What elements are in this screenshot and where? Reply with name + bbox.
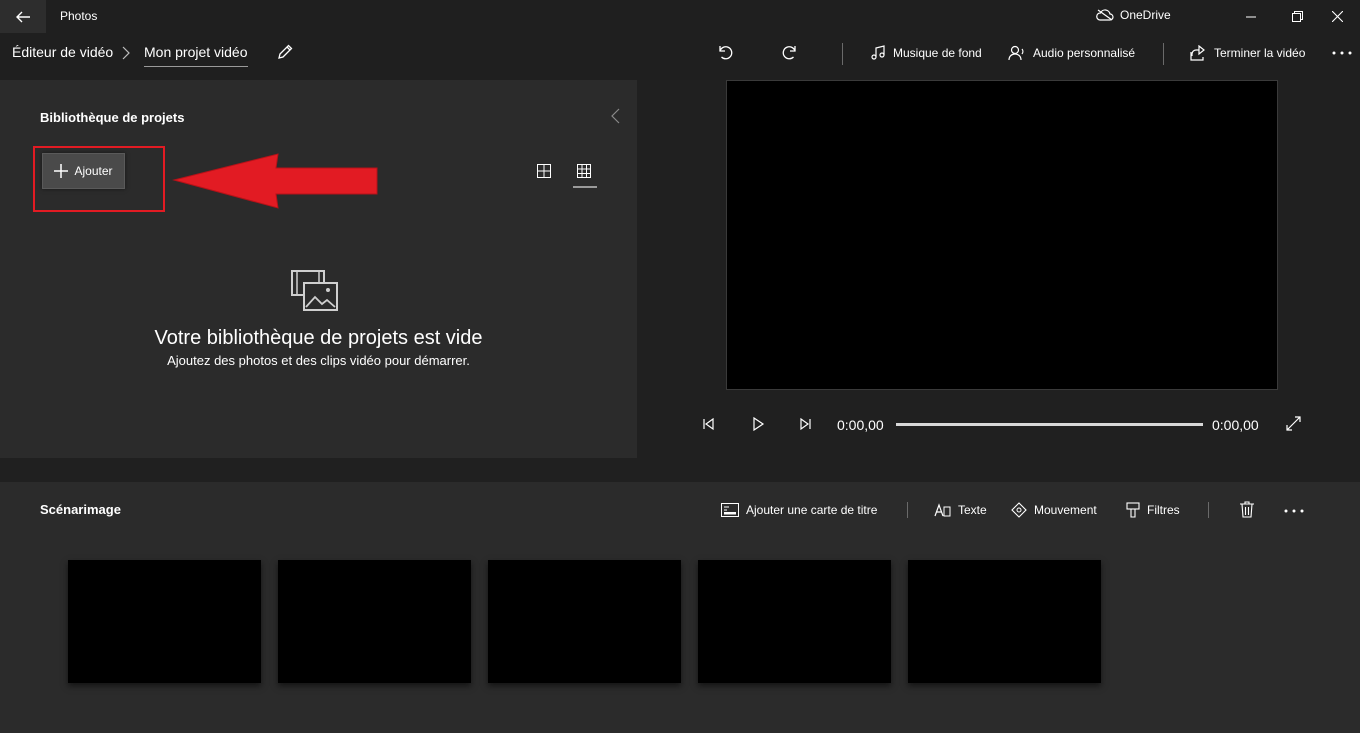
music-note-icon <box>870 45 886 61</box>
breadcrumb-root[interactable]: Éditeur de vidéo <box>12 44 113 60</box>
storyboard-panel: Scénarimage Ajouter une carte de titre T… <box>0 482 1360 733</box>
add-title-card-button[interactable]: Ajouter une carte de titre <box>721 500 877 520</box>
total-time: 0:00,00 <box>1212 417 1259 433</box>
minimize-icon <box>1246 12 1256 22</box>
annotation-arrow <box>172 152 382 212</box>
breadcrumb-current[interactable]: Mon projet vidéo <box>144 44 248 67</box>
library-title: Bibliothèque de projets <box>40 110 185 125</box>
large-grid-icon[interactable] <box>537 164 551 178</box>
filters-button[interactable]: Filtres <box>1126 500 1180 520</box>
undo-icon[interactable] <box>715 43 733 61</box>
storyboard-slot[interactable] <box>698 560 891 683</box>
video-preview <box>726 80 1278 390</box>
finish-video-button[interactable]: Terminer la vidéo <box>1190 42 1305 64</box>
toolbar: Éditeur de vidéo Mon projet vidéo Musiqu… <box>0 33 1360 80</box>
media-library-icon <box>290 269 340 313</box>
collapse-chevron-icon[interactable] <box>611 108 620 124</box>
person-audio-icon <box>1008 45 1026 61</box>
storyboard-title: Scénarimage <box>40 502 121 517</box>
trash-icon[interactable] <box>1240 501 1254 518</box>
add-title-card-label: Ajouter une carte de titre <box>746 503 878 517</box>
motion-icon <box>1011 502 1027 518</box>
view-selected-indicator <box>573 186 597 188</box>
onedrive-label: OneDrive <box>1120 8 1171 22</box>
storyboard-slot[interactable] <box>278 560 471 683</box>
fullscreen-icon[interactable] <box>1286 416 1301 431</box>
storyboard-divider <box>907 502 908 518</box>
more-icon[interactable] <box>1332 51 1352 55</box>
share-icon <box>1190 45 1207 61</box>
storyboard-slot[interactable] <box>68 560 261 683</box>
close-button[interactable] <box>1314 0 1360 33</box>
annotation-highlight-box <box>33 146 165 212</box>
maximize-icon <box>1291 11 1303 22</box>
app-title: Photos <box>60 9 98 23</box>
storyboard-more-icon[interactable] <box>1284 509 1304 513</box>
toolbar-divider <box>842 43 843 65</box>
filters-label: Filtres <box>1147 503 1180 517</box>
custom-audio-button[interactable]: Audio personnalisé <box>1008 42 1135 64</box>
small-grid-icon[interactable] <box>577 164 591 178</box>
finish-video-label: Terminer la vidéo <box>1214 46 1306 60</box>
text-label: Texte <box>958 503 987 517</box>
close-icon <box>1331 11 1343 22</box>
toolbar-divider <box>1163 43 1164 65</box>
breadcrumb-chevron-icon <box>122 46 130 60</box>
text-button[interactable]: Texte <box>934 500 987 520</box>
background-music-label: Musique de fond <box>893 46 982 60</box>
minimize-button[interactable] <box>1228 0 1274 33</box>
onedrive-status[interactable]: OneDrive <box>1096 8 1171 22</box>
play-icon[interactable] <box>751 417 765 431</box>
seek-bar[interactable] <box>896 423 1203 426</box>
filter-icon <box>1126 502 1140 518</box>
step-back-icon[interactable] <box>702 417 716 431</box>
title-card-icon <box>721 503 739 517</box>
motion-button[interactable]: Mouvement <box>1011 500 1097 520</box>
empty-library-subtitle: Ajoutez des photos et des clips vidéo po… <box>167 353 470 368</box>
motion-label: Mouvement <box>1034 503 1097 517</box>
back-button[interactable] <box>0 0 46 33</box>
back-arrow-icon <box>15 11 31 23</box>
text-icon <box>934 502 951 518</box>
current-time: 0:00,00 <box>837 417 884 433</box>
custom-audio-label: Audio personnalisé <box>1033 46 1136 60</box>
storyboard-divider <box>1208 502 1209 518</box>
background-music-button[interactable]: Musique de fond <box>870 42 982 64</box>
project-library-panel: Bibliothèque de projets Ajouter Votre bi… <box>0 80 637 458</box>
redo-icon[interactable] <box>782 43 800 61</box>
cloud-off-icon <box>1096 9 1114 21</box>
empty-library-title: Votre bibliothèque de projets est vide <box>154 327 483 349</box>
storyboard-slot[interactable] <box>488 560 681 683</box>
title-bar: Photos OneDrive <box>0 0 1360 33</box>
pencil-icon[interactable] <box>276 43 294 61</box>
step-forward-icon[interactable] <box>798 417 812 431</box>
storyboard-slot[interactable] <box>908 560 1101 683</box>
